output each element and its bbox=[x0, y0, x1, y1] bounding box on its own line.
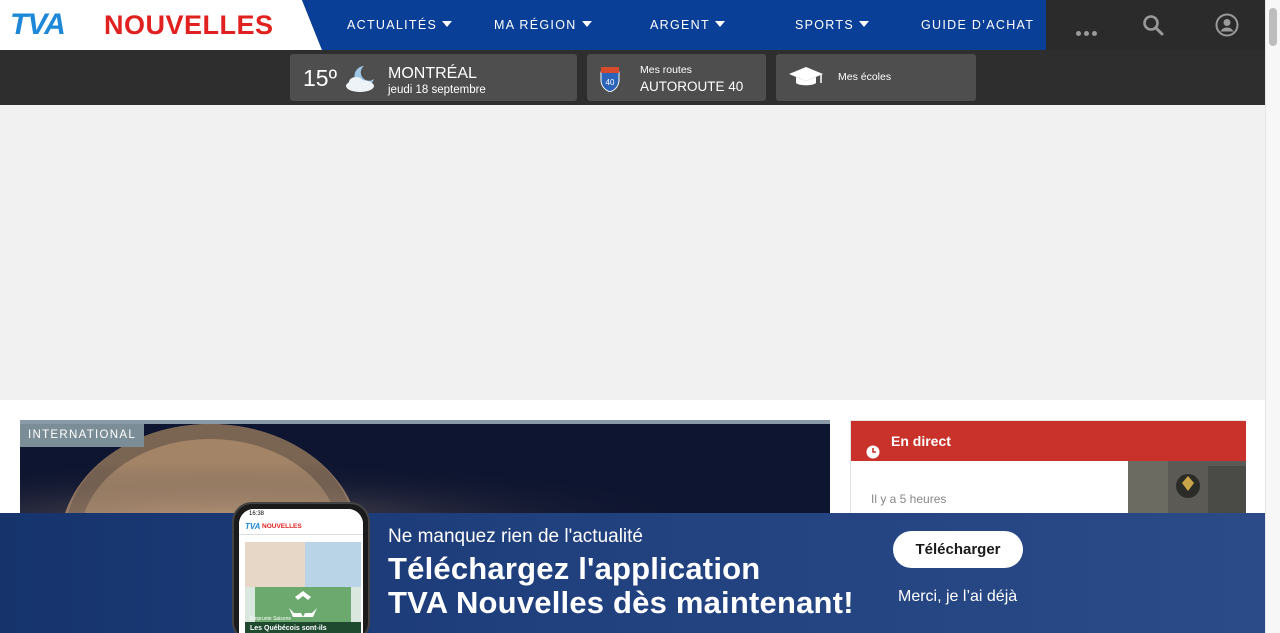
phone-mockup-image: 16:38 TVA NOUVELLES Emprunte Saisone Les… bbox=[232, 502, 370, 633]
ad-placeholder bbox=[0, 105, 1265, 400]
live-thumbnail[interactable] bbox=[1128, 461, 1246, 516]
nav-label: ARGENT bbox=[650, 18, 710, 32]
scrollbar-thumb[interactable] bbox=[1269, 8, 1277, 46]
utility-bar: 15º MONTRÉAL jeudi 18 septembre 40 Mes r… bbox=[0, 50, 1265, 105]
chevron-down-icon bbox=[858, 21, 869, 27]
routes-road: AUTOROUTE 40 bbox=[640, 79, 744, 94]
weather-temperature: 15º bbox=[303, 65, 337, 91]
nav-ma-region[interactable]: MA RÉGION bbox=[494, 0, 592, 50]
schools-widget[interactable]: Mes écoles bbox=[776, 54, 976, 101]
nav-label: SPORTS bbox=[795, 18, 854, 32]
live-header[interactable]: En direct bbox=[851, 421, 1246, 461]
banner-title-line2: TVA Nouvelles dès maintenant! bbox=[388, 585, 854, 620]
logo-tva-text: TVA bbox=[10, 8, 66, 41]
nav-label: GUIDE D’ACHAT bbox=[921, 18, 1035, 32]
weather-widget[interactable]: 15º MONTRÉAL jeudi 18 septembre bbox=[290, 54, 577, 101]
category-tag[interactable]: INTERNATIONAL bbox=[20, 424, 145, 447]
banner-title-line1: Téléchargez l'application bbox=[388, 551, 761, 586]
svg-text:40: 40 bbox=[606, 78, 615, 87]
phone-caption-small: Emprunte Saisone bbox=[250, 616, 292, 622]
nav-label: MA RÉGION bbox=[494, 18, 577, 32]
nav-argent[interactable]: ARGENT bbox=[650, 0, 725, 50]
live-timestamp: Il y a 5 heures bbox=[871, 492, 947, 506]
chevron-down-icon bbox=[581, 21, 592, 27]
phone-status-time: 16:38 bbox=[239, 509, 363, 519]
weather-date: jeudi 18 septembre bbox=[388, 84, 486, 96]
download-app-button[interactable]: Télécharger bbox=[893, 531, 1023, 568]
graduation-cap-icon bbox=[787, 64, 825, 95]
nav-actualites[interactable]: ACTUALITÉS bbox=[347, 0, 453, 50]
top-header: TVA NOUVELLES ACTUALITÉS MA RÉGION ARGEN… bbox=[0, 0, 1265, 50]
nav-label: ACTUALITÉS bbox=[347, 18, 438, 32]
chevron-down-icon bbox=[714, 21, 725, 27]
phone-logo-tva: TVA bbox=[245, 522, 261, 531]
phone-logo-nouvelles: NOUVELLES bbox=[262, 523, 302, 530]
phone-caption: Les Québécois sont-ils bbox=[250, 625, 327, 632]
already-have-app-link[interactable]: Merci, je l’ai déjà bbox=[898, 587, 1017, 607]
search-icon[interactable] bbox=[1141, 13, 1165, 37]
chevron-down-icon bbox=[442, 21, 453, 27]
more-dots-icon[interactable] bbox=[1076, 23, 1100, 41]
phone-article-image: Emprunte Saisone Les Québécois sont-ils bbox=[245, 542, 361, 633]
routes-title: Mes routes bbox=[640, 64, 692, 76]
clock-icon bbox=[866, 434, 880, 474]
routes-widget[interactable]: 40 Mes routes AUTOROUTE 40 bbox=[587, 54, 766, 101]
live-panel: En direct Il y a 5 heures bbox=[850, 420, 1246, 516]
page-scrollbar[interactable] bbox=[1265, 0, 1280, 633]
nav-sports[interactable]: SPORTS bbox=[795, 0, 869, 50]
nav-guide-achat[interactable]: GUIDE D’ACHAT bbox=[921, 0, 1034, 50]
site-logo[interactable]: TVA NOUVELLES bbox=[0, 0, 322, 50]
weather-city: MONTRÉAL bbox=[388, 65, 477, 82]
live-title: En direct bbox=[891, 433, 951, 449]
banner-title: Téléchargez l'application TVA Nouvelles … bbox=[388, 552, 854, 620]
logo-nouvelles-text: NOUVELLES bbox=[104, 10, 274, 40]
cloud-moon-icon bbox=[344, 62, 380, 99]
banner-kicker: Ne manquez rien de l'actualité bbox=[388, 526, 643, 547]
user-icon[interactable] bbox=[1215, 13, 1239, 37]
highway-shield-icon: 40 bbox=[600, 66, 620, 97]
schools-label: Mes écoles bbox=[838, 71, 892, 83]
